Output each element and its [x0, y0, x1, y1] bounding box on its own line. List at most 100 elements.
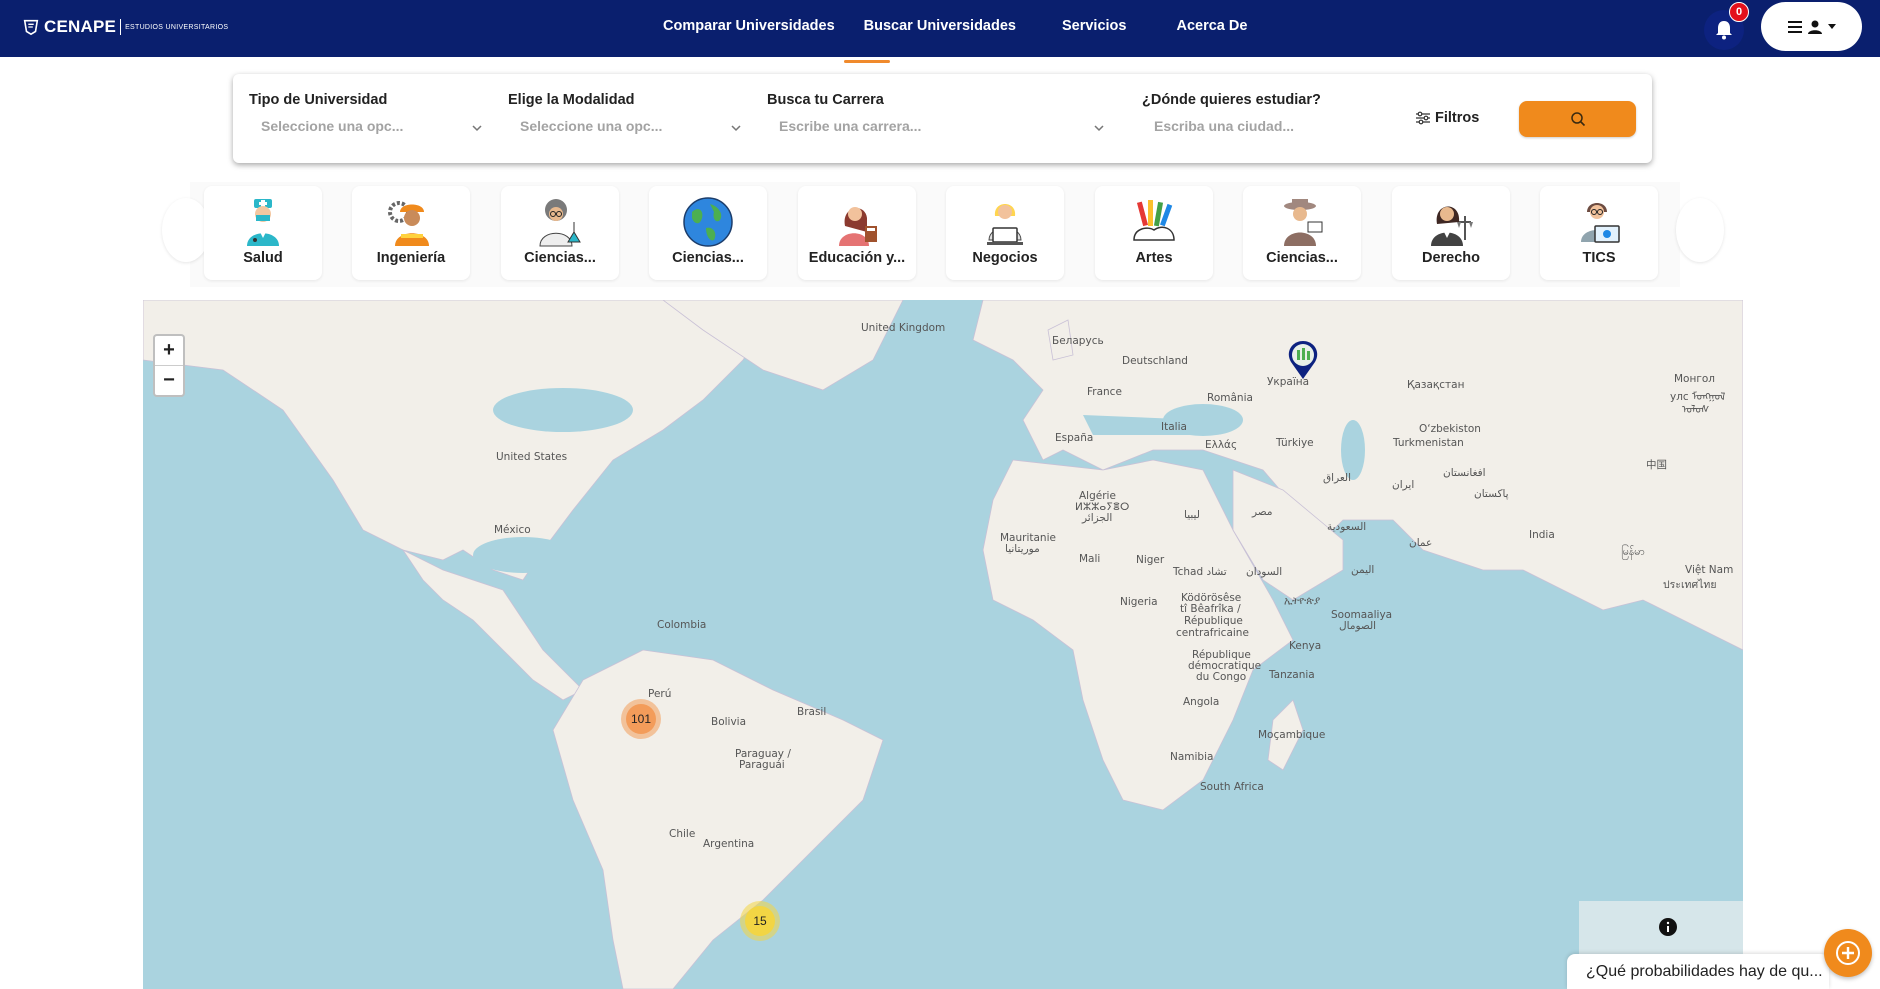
field-label: ¿Dónde quieres estudiar?: [1142, 92, 1321, 108]
map-label: افغانستان: [1443, 467, 1486, 479]
career-search-field[interactable]: Busca tu Carrera Escribe una carrera...: [767, 92, 1104, 134]
nav-link-buscar[interactable]: Buscar Universidades: [864, 18, 1016, 34]
user-menu-button[interactable]: [1761, 2, 1862, 51]
map-label: Tchad تشاد: [1173, 566, 1227, 578]
category-ciencias-2[interactable]: Ciencias...: [649, 186, 767, 280]
map-label: tî Bêafrîka /: [1180, 603, 1241, 615]
chat-open-button[interactable]: [1824, 929, 1872, 977]
category-derecho[interactable]: Derecho: [1392, 186, 1510, 280]
notification-count-badge: 0: [1729, 2, 1749, 22]
explorer-icon: [1284, 199, 1323, 246]
nav-link-comparar[interactable]: Comparar Universidades: [663, 18, 835, 34]
zoom-out-button[interactable]: −: [155, 365, 183, 394]
zoom-control: + −: [153, 334, 185, 397]
category-label: Ingeniería: [376, 250, 446, 266]
map-label: Việt Nam: [1685, 564, 1734, 576]
map-label: Chile: [669, 828, 696, 840]
nav-link-servicios[interactable]: Servicios: [1062, 18, 1127, 34]
map-label: Colombia: [657, 619, 707, 631]
map-label: السعودية: [1327, 521, 1367, 533]
map-label: O‘zbekiston: [1419, 423, 1481, 435]
business-laptop-icon: [987, 204, 1023, 245]
map-label: الجزائر: [1082, 512, 1113, 524]
city-search-field[interactable]: ¿Dónde quieres estudiar? Escriba una ciu…: [1142, 92, 1595, 134]
map-label: العراق: [1323, 472, 1352, 484]
map-label: India: [1529, 529, 1555, 541]
carousel-prev-button[interactable]: [162, 198, 210, 262]
map-label: Kenya: [1289, 640, 1322, 652]
career-placeholder[interactable]: Escribe una carrera...: [779, 118, 921, 134]
map-label: Монгол: [1674, 373, 1716, 385]
category-label: Derecho: [1421, 250, 1481, 266]
map-label: Niger: [1136, 554, 1165, 566]
map-label: Turkmenistan: [1393, 437, 1464, 449]
map-cluster-101[interactable]: 101: [621, 699, 661, 739]
map-label: Беларусь: [1052, 335, 1104, 347]
map-label: موريتانيا: [1005, 543, 1040, 555]
top-navbar: CENAPE ESTUDIOS UNIVERSITARIOS Comparar …: [0, 0, 1880, 57]
search-button[interactable]: [1519, 101, 1636, 137]
filters-button[interactable]: Filtros: [1415, 110, 1479, 126]
user-icon: [1807, 20, 1822, 34]
category-label: TICS: [1582, 250, 1616, 266]
art-supplies-icon: [1133, 200, 1175, 241]
category-ingenieria[interactable]: Ingeniería: [352, 186, 470, 280]
map-label: السودان: [1246, 566, 1283, 578]
category-ciencias-1[interactable]: Ciencias...: [501, 186, 619, 280]
chat-prompt-bubble[interactable]: ¿Qué probabilidades hay de qu...: [1567, 954, 1829, 989]
map-label: Ελλάς: [1205, 439, 1238, 451]
map-label: Angola: [1183, 696, 1220, 708]
modality-select[interactable]: Elige la Modalidad Seleccione una opc...: [508, 92, 741, 134]
map-label: ᠤᠯᠤᠰ: [1682, 404, 1710, 416]
category-tics[interactable]: TICS: [1540, 186, 1658, 280]
info-icon[interactable]: [1659, 918, 1677, 936]
programmer-icon: [1581, 203, 1620, 243]
map-label: مصر: [1252, 506, 1273, 518]
shield-logo-icon: [23, 19, 39, 36]
universities-map[interactable]: United Kingdom Беларусь Deutschland Fran…: [143, 300, 1743, 989]
city-placeholder[interactable]: Escriba una ciudad...: [1154, 118, 1294, 134]
modality-placeholder[interactable]: Seleccione una opc...: [520, 118, 662, 134]
university-type-select[interactable]: Tipo de Universidad Seleccione una opc..…: [249, 92, 482, 134]
map-label: République: [1184, 615, 1243, 627]
search-panel: Tipo de Universidad Seleccione una opc..…: [233, 74, 1652, 163]
category-negocios[interactable]: Negocios: [946, 186, 1064, 280]
map-label: du Congo: [1196, 671, 1247, 683]
university-type-placeholder[interactable]: Seleccione una opc...: [261, 118, 403, 134]
carousel-next-button[interactable]: [1676, 198, 1724, 262]
map-cluster-15[interactable]: 15: [740, 901, 780, 941]
map-label: Italia: [1161, 421, 1187, 433]
category-label: Artes: [1135, 250, 1173, 266]
map-label: ኢትዮጵያ: [1284, 595, 1321, 607]
map-label: عمان: [1409, 537, 1433, 549]
map-label: ประเทศไทย: [1663, 579, 1717, 591]
field-label: Elige la Modalidad: [508, 92, 635, 108]
brand-logo[interactable]: CENAPE ESTUDIOS UNIVERSITARIOS: [22, 16, 228, 38]
category-label: Ciencias...: [672, 250, 744, 266]
chevron-down-icon: [472, 125, 482, 132]
category-artes[interactable]: Artes: [1095, 186, 1213, 280]
nav-link-acerca[interactable]: Acerca De: [1176, 18, 1247, 34]
brand-name: CENAPE: [44, 17, 117, 36]
filters-label: Filtros: [1435, 110, 1480, 126]
brand-subtitle: ESTUDIOS UNIVERSITARIOS: [125, 23, 229, 31]
university-location-pin-icon[interactable]: [1286, 340, 1320, 380]
zoom-in-button[interactable]: +: [155, 336, 183, 365]
category-ciencias-3[interactable]: Ciencias...: [1243, 186, 1361, 280]
category-salud[interactable]: Salud: [204, 186, 322, 280]
map-label: United States: [496, 451, 568, 463]
map-label: México: [494, 524, 531, 536]
field-label: Busca tu Carrera: [767, 92, 884, 108]
category-label: Ciencias...: [1266, 250, 1338, 266]
category-educacion[interactable]: Educación y...: [798, 186, 916, 280]
category-label: Educación y...: [808, 250, 906, 266]
doctor-icon: [247, 199, 279, 246]
main-nav: Comparar Universidades Buscar Universida…: [663, 18, 1247, 34]
chat-prompt-text: ¿Qué probabilidades hay de qu...: [1586, 962, 1823, 980]
map-label: Tanzania: [1269, 669, 1315, 681]
scientist-icon: [539, 199, 581, 247]
category-label: Negocios: [972, 250, 1038, 266]
active-nav-indicator: [844, 60, 890, 63]
chat-plus-icon: [1836, 941, 1860, 965]
bell-icon: [1716, 21, 1732, 40]
